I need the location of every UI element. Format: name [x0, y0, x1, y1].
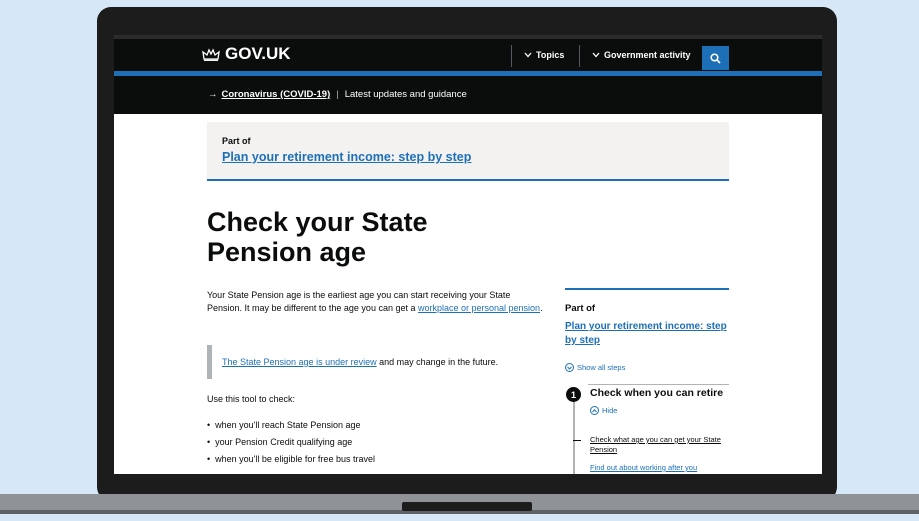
inset-text: and may change in the future.	[376, 357, 499, 367]
nav-topics[interactable]: Topics	[524, 50, 564, 60]
govuk-logo[interactable]: GOV.UK	[202, 44, 291, 64]
sub-step-dash	[573, 440, 581, 441]
laptop-notch	[402, 502, 532, 511]
nav-government-activity[interactable]: Government activity	[592, 50, 691, 60]
logo-text: GOV.UK	[225, 44, 291, 63]
intro-end: .	[540, 303, 543, 313]
working-after-link[interactable]: Find out about working after you	[590, 463, 697, 472]
nav-topics-label: Topics	[536, 50, 565, 60]
nav-divider	[511, 45, 512, 67]
step-title[interactable]: Check when you can retire	[590, 387, 723, 399]
review-link[interactable]: The State Pension age is under review	[222, 357, 377, 367]
arrow-right-icon: →	[208, 89, 218, 100]
covid-link[interactable]: Coronavirus (COVID-19)	[222, 89, 331, 100]
part-of-label: Part of	[222, 136, 251, 146]
crown-icon	[202, 48, 220, 61]
state-pension-age-link[interactable]: Check what age you can get your State Pe…	[590, 435, 735, 455]
chevron-up-circle-icon	[590, 406, 599, 415]
site-header: GOV.UK Topics Government activity	[114, 35, 822, 71]
check-list: when you'll reach State Pension age your…	[207, 417, 375, 468]
sidebar-part-of-label: Part of	[565, 303, 596, 314]
laptop-screen: GOV.UK Topics Government activity → Coro…	[114, 35, 822, 474]
chevron-down-icon	[592, 52, 600, 58]
nav-government-activity-label: Government activity	[604, 50, 691, 60]
banner-separator: |	[336, 89, 339, 100]
intro-paragraph: Your State Pension age is the earliest a…	[207, 289, 547, 315]
list-item: when you'll be eligible for free bus tra…	[207, 451, 375, 468]
page-title: Check your State Pension age	[207, 207, 428, 267]
search-icon	[710, 52, 721, 64]
step-line	[573, 395, 575, 474]
covid-banner: → Coronavirus (COVID-19) | Latest update…	[114, 76, 822, 114]
nav-divider	[579, 45, 580, 67]
use-tool-text: Use this tool to check:	[207, 394, 296, 404]
review-inset: The State Pension age is under review an…	[207, 345, 537, 379]
part-of-link[interactable]: Plan your retirement income: step by ste…	[222, 150, 471, 164]
header-top-strip	[114, 35, 822, 39]
hide-label: Hide	[602, 406, 618, 415]
list-item: when you'll reach State Pension age	[207, 417, 375, 434]
chevron-down-icon	[524, 52, 532, 58]
list-item: your Pension Credit qualifying age	[207, 434, 375, 451]
hide-step-button[interactable]: Hide	[590, 406, 617, 415]
show-all-steps-button[interactable]: Show all steps	[565, 363, 625, 372]
pension-link[interactable]: workplace or personal pension	[418, 303, 540, 313]
show-all-label: Show all steps	[577, 363, 626, 372]
step-divider	[588, 384, 729, 385]
sidebar-step-by-step-link[interactable]: Plan your retirement income: step by ste…	[565, 320, 735, 348]
part-of-box: Part of Plan your retirement income: ste…	[207, 122, 729, 181]
sidebar-rule	[565, 288, 729, 290]
step-number-badge: 1	[566, 387, 581, 402]
covid-banner-text: Latest updates and guidance	[344, 89, 467, 100]
chevron-down-circle-icon	[565, 363, 574, 372]
search-button[interactable]	[702, 46, 729, 70]
